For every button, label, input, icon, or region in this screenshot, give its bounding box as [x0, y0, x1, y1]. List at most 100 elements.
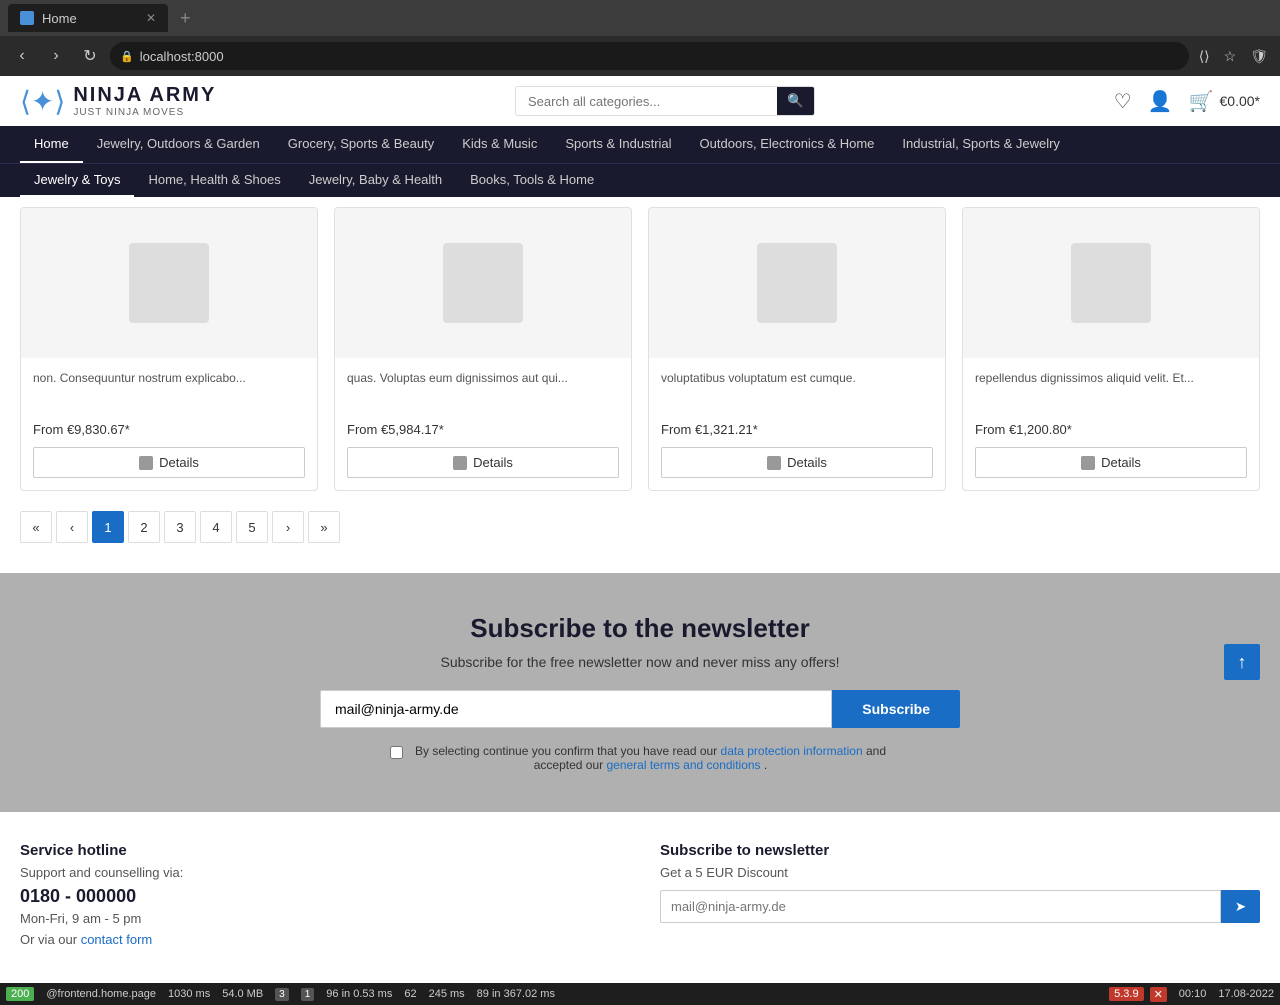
product-thumbnail-2	[443, 243, 523, 323]
refresh-btn[interactable]: ↻	[76, 42, 104, 70]
forward-btn[interactable]: ›	[42, 42, 70, 70]
product-desc-3: voluptatibus voluptatum est cumque.	[661, 370, 933, 410]
footer-newsletter-form: ➤	[660, 890, 1260, 923]
newsletter-consent-checkbox[interactable]	[390, 746, 403, 759]
logo[interactable]: ⟨✦⟩ NINJA ARMY JUST NINJA MOVES	[20, 84, 216, 118]
subnav-home-health[interactable]: Home, Health & Shoes	[134, 164, 294, 197]
status-item5: 3	[275, 988, 289, 1001]
back-btn[interactable]: ‹	[8, 42, 36, 70]
page-prev-btn[interactable]: ‹	[56, 511, 88, 543]
status-code: 200	[6, 987, 34, 1001]
product-price-4: From €1,200.80*	[975, 422, 1247, 437]
newsletter-subtitle: Subscribe for the free newsletter now an…	[20, 654, 1260, 670]
newsletter-consent: By selecting continue you confirm that y…	[390, 744, 890, 772]
page-2-btn[interactable]: 2	[128, 511, 160, 543]
footer-submit-btn[interactable]: ➤	[1221, 890, 1260, 923]
footer-newsletter-discount: Get a 5 EUR Discount	[660, 865, 1260, 880]
page-3-btn[interactable]: 3	[164, 511, 196, 543]
site-header: ⟨✦⟩ NINJA ARMY JUST NINJA MOVES 🔍 ♡ 👤 🛒 …	[0, 76, 1280, 126]
back-to-top-btn[interactable]: ↑	[1224, 644, 1260, 680]
wishlist-icon[interactable]: ♡	[1114, 89, 1132, 114]
product-image-1	[21, 208, 317, 358]
address-bar[interactable]: 🔒 localhost:8000	[110, 42, 1189, 70]
nav-item-home[interactable]: Home	[20, 126, 83, 163]
page-4-btn[interactable]: 4	[200, 511, 232, 543]
browser-tab[interactable]: Home ✕	[8, 4, 168, 32]
newsletter-form: Subscribe	[320, 690, 960, 728]
nav-item-kids[interactable]: Kids & Music	[448, 126, 551, 163]
page-last-btn[interactable]: »	[308, 511, 340, 543]
cart-area[interactable]: 🛒 €0.00*	[1189, 89, 1260, 114]
cart-icon: 🛒	[1189, 89, 1214, 114]
status-time: 1030 ms	[168, 988, 210, 1000]
consent-link-terms[interactable]: general terms and conditions	[606, 758, 760, 772]
consent-link-data-protection[interactable]: data protection information	[721, 744, 863, 758]
product-price-3: From €1,321.21*	[661, 422, 933, 437]
product-desc-2: quas. Voluptas eum dignissimos aut qui..…	[347, 370, 619, 410]
nav-item-sports[interactable]: Sports & Industrial	[551, 126, 685, 163]
details-btn-4[interactable]: Details	[975, 447, 1247, 478]
hotline-support-text: Support and counselling via:	[20, 865, 620, 880]
product-card: non. Consequuntur nostrum explicabo... F…	[20, 207, 318, 491]
newsletter-email-input[interactable]	[320, 690, 832, 728]
pagination: « ‹ 1 2 3 4 5 › »	[20, 511, 1260, 543]
subnav-books-tools[interactable]: Books, Tools & Home	[456, 164, 608, 197]
close-status-icon[interactable]: ✕	[1150, 987, 1167, 1002]
details-btn-3[interactable]: Details	[661, 447, 933, 478]
status-memory: 54.0 MB	[222, 988, 263, 1000]
primary-nav: Home Jewelry, Outdoors & Garden Grocery,…	[0, 126, 1280, 163]
page-1-btn[interactable]: 1	[92, 511, 124, 543]
product-desc-4: repellendus dignissimos aliquid velit. E…	[975, 370, 1247, 410]
tab-favicon	[20, 11, 34, 25]
nav-item-jewelry-outdoors[interactable]: Jewelry, Outdoors & Garden	[83, 126, 274, 163]
consent-end: .	[764, 758, 767, 772]
status-date-display: 17.08-2022	[1218, 988, 1274, 1000]
product-image-2	[335, 208, 631, 358]
product-grid: non. Consequuntur nostrum explicabo... F…	[20, 207, 1260, 491]
new-tab-btn[interactable]: +	[172, 8, 199, 29]
cart-price: €0.00*	[1220, 93, 1260, 109]
search-button[interactable]: 🔍	[777, 87, 814, 115]
footer-email-input[interactable]	[660, 890, 1221, 923]
extensions-btn[interactable]: ⟨⟩	[1195, 44, 1214, 69]
search-input[interactable]	[516, 87, 777, 115]
hotline-title: Service hotline	[20, 842, 620, 859]
footer-newsletter: Subscribe to newsletter Get a 5 EUR Disc…	[660, 842, 1260, 953]
logo-text-main: NINJA ARMY	[73, 84, 216, 107]
status-item6: 1	[301, 988, 315, 1001]
newsletter-subscribe-btn[interactable]: Subscribe	[832, 690, 960, 728]
details-btn-1[interactable]: Details	[33, 447, 305, 478]
page-next-btn[interactable]: ›	[272, 511, 304, 543]
page-5-btn[interactable]: 5	[236, 511, 268, 543]
logo-icon: ⟨✦⟩	[20, 85, 65, 118]
nav-item-industrial[interactable]: Industrial, Sports & Jewelry	[888, 126, 1074, 163]
newsletter-section: Subscribe to the newsletter Subscribe fo…	[0, 573, 1280, 812]
footer-newsletter-title: Subscribe to newsletter	[660, 842, 1260, 859]
details-btn-2[interactable]: Details	[347, 447, 619, 478]
page-first-btn[interactable]: «	[20, 511, 52, 543]
subnav-jewelry-toys[interactable]: Jewelry & Toys	[20, 164, 134, 197]
tab-close-btn[interactable]: ✕	[146, 11, 156, 25]
status-version: 5.3.9 ✕	[1109, 987, 1167, 1002]
hotline-phone: 0180 - 000000	[20, 886, 620, 907]
product-desc-1: non. Consequuntur nostrum explicabo...	[33, 370, 305, 410]
contact-form-link[interactable]: contact form	[81, 932, 153, 947]
cart-small-icon-4	[1081, 456, 1095, 470]
nav-item-grocery[interactable]: Grocery, Sports & Beauty	[274, 126, 448, 163]
hotline-hours: Mon-Fri, 9 am - 5 pm	[20, 911, 620, 926]
hotline-contact: Or via our contact form	[20, 932, 620, 947]
lock-icon: 🔒	[120, 50, 134, 63]
bookmark-btn[interactable]: ☆	[1220, 44, 1241, 69]
newsletter-title: Subscribe to the newsletter	[20, 613, 1260, 644]
address-text: localhost:8000	[140, 49, 224, 64]
product-card: voluptatibus voluptatum est cumque. From…	[648, 207, 946, 491]
status-count: 62	[404, 988, 416, 1000]
account-icon[interactable]: 👤	[1148, 89, 1173, 114]
status-total: 89 in 367.02 ms	[477, 988, 555, 1000]
product-thumbnail-4	[1071, 243, 1151, 323]
secondary-nav: Jewelry & Toys Home, Health & Shoes Jewe…	[0, 163, 1280, 197]
nav-item-outdoors[interactable]: Outdoors, Electronics & Home	[686, 126, 889, 163]
header-icons: ♡ 👤 🛒 €0.00*	[1114, 89, 1260, 114]
product-price-1: From €9,830.67*	[33, 422, 305, 437]
subnav-jewelry-baby[interactable]: Jewelry, Baby & Health	[295, 164, 456, 197]
